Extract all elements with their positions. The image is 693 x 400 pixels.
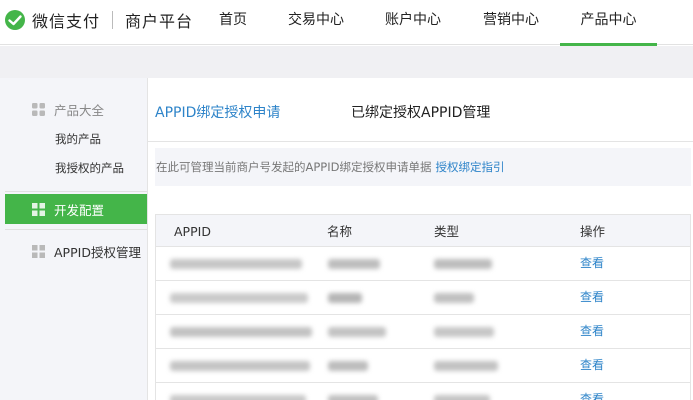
table-header: APPID 名称 类型 操作: [155, 214, 691, 247]
table-row: 查看: [155, 247, 691, 281]
platform-name: 商户平台: [125, 12, 194, 31]
sidebar-item-dev-config[interactable]: 开发配置: [5, 194, 147, 224]
grid-icon: [32, 245, 45, 258]
top-navigation-bar: 微信支付 商户平台 首页 交易中心 账户中心 营销中心 产品中心: [0, 0, 693, 46]
view-link[interactable]: 查看: [580, 383, 604, 400]
nav-item-home[interactable]: 首页: [218, 0, 248, 45]
view-link[interactable]: 查看: [580, 315, 604, 348]
view-link[interactable]: 查看: [580, 281, 604, 314]
column-header-action: 操作: [580, 224, 606, 239]
sidebar-item-authorized-products[interactable]: 我授权的产品: [55, 160, 124, 176]
sub-header-strip: [0, 46, 693, 78]
guide-link[interactable]: 授权绑定指引: [435, 160, 504, 174]
brand[interactable]: 微信支付 商户平台: [4, 9, 193, 31]
sidebar-divider: [5, 191, 147, 192]
sidebar-divider: [5, 229, 147, 230]
tab-appid-bound-manage[interactable]: 已绑定授权APPID管理: [351, 102, 490, 122]
redacted-appid: [170, 293, 308, 303]
redacted-type: [434, 259, 492, 269]
redacted-type: [434, 395, 490, 400]
redacted-appid: [170, 361, 310, 371]
redacted-name: [328, 361, 368, 371]
redacted-appid: [170, 259, 302, 269]
nav-item-account[interactable]: 账户中心: [384, 0, 442, 45]
redacted-name: [328, 259, 380, 269]
table-row: 查看: [155, 383, 691, 400]
grid-icon: [32, 202, 45, 216]
redacted-type: [434, 327, 494, 337]
sidebar-item-label: 开发配置: [54, 202, 105, 218]
notice-bar: 在此可管理当前商户号发起的APPID绑定授权申请单据 授权绑定指引: [155, 148, 691, 186]
sidebar-group-label: 产品大全: [54, 103, 105, 118]
wechat-pay-logo-icon: [5, 10, 25, 30]
column-header-appid: APPID: [174, 224, 211, 239]
redacted-appid: [170, 395, 306, 400]
table-row: 查看: [155, 315, 691, 349]
redacted-name: [328, 327, 386, 337]
nav-item-transactions[interactable]: 交易中心: [287, 0, 345, 45]
sidebar-item-appid-auth[interactable]: APPID授权管理: [32, 242, 141, 261]
redacted-type: [434, 293, 474, 303]
view-link[interactable]: 查看: [580, 247, 604, 280]
table-row: 查看: [155, 281, 691, 315]
nav-item-marketing[interactable]: 营销中心: [482, 0, 540, 45]
sidebar-group-products[interactable]: 产品大全: [32, 100, 104, 119]
column-header-type: 类型: [434, 224, 460, 239]
tab-appid-bind-apply[interactable]: APPID绑定授权申请: [155, 102, 280, 122]
view-link[interactable]: 查看: [580, 349, 604, 382]
redacted-appid: [170, 327, 312, 337]
redacted-type: [434, 361, 498, 371]
notice-text: 在此可管理当前商户号发起的APPID绑定授权申请单据: [156, 160, 432, 174]
brand-separator: [112, 11, 114, 29]
grid-icon: [32, 103, 45, 116]
nav-item-products[interactable]: 产品中心: [560, 0, 657, 46]
sidebar: 产品大全 我的产品 我授权的产品 开发配置 APPID授权管理: [0, 78, 148, 400]
redacted-name: [328, 395, 378, 400]
table-row: 查看: [155, 349, 691, 383]
main-content: APPID绑定授权申请 已绑定授权APPID管理 在此可管理当前商户号发起的AP…: [148, 78, 693, 400]
tab-divider: [148, 141, 693, 142]
sidebar-item-my-products[interactable]: 我的产品: [55, 131, 101, 147]
sidebar-item-label: APPID授权管理: [54, 245, 141, 260]
column-header-name: 名称: [327, 224, 353, 239]
redacted-name: [328, 293, 362, 303]
brand-name: 微信支付: [32, 12, 101, 31]
